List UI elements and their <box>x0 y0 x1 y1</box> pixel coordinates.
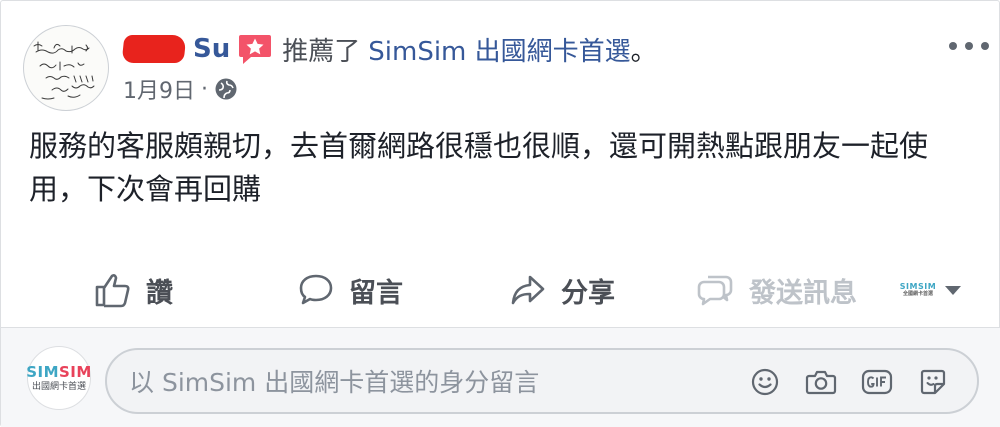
post-card: Su 推薦了 SimSim 出國網卡首選 。 1月9日 · 服務的客服頗親切，去… <box>0 0 1000 427</box>
meta-separator: · <box>201 76 208 102</box>
messages-icon <box>697 275 733 306</box>
dot-icon <box>981 42 989 50</box>
simsim-logo-text: SIMSIM <box>26 362 92 381</box>
recommend-star-icon <box>238 33 272 65</box>
page-identity-selector[interactable]: SIMSIM 全國網卡首選 <box>899 266 961 314</box>
comment-bubble-icon <box>299 274 333 305</box>
post-header: Su 推薦了 SimSim 出國網卡首選 。 <box>121 29 657 69</box>
send-message-button[interactable]: 發送訊息 <box>695 266 857 314</box>
comment-composer <box>105 348 979 414</box>
author-avatar[interactable] <box>23 25 109 111</box>
thumbs-up-icon <box>95 274 130 308</box>
comment-label: 留言 <box>349 277 403 309</box>
redaction-mark <box>121 35 187 63</box>
post-date-link[interactable]: 1月9日 <box>123 73 195 105</box>
globe-icon[interactable] <box>214 77 238 101</box>
simsim-mini-logo: SIMSIM 全國網卡首選 <box>899 278 937 302</box>
share-button[interactable]: 分享 <box>509 266 615 314</box>
mini-logo-title: SIMSIM <box>899 282 937 291</box>
gif-icon[interactable] <box>859 364 895 400</box>
camera-icon[interactable] <box>803 364 839 400</box>
post-body-text: 服務的客服頗親切，去首爾網路很穩也很順，還可開熱點跟朋友一起使 用，下次會再回購 <box>29 125 979 211</box>
like-button[interactable]: 讚 <box>94 266 173 314</box>
comment-input[interactable] <box>129 362 729 402</box>
dot-icon <box>949 42 957 50</box>
author-name-link[interactable]: Su <box>193 34 230 64</box>
post-text-line: 用，下次會再回購 <box>29 172 262 206</box>
sticker-icon[interactable] <box>915 364 951 400</box>
post-meta: 1月9日 · <box>123 73 238 105</box>
commenter-avatar[interactable]: SIMSIM 出國網卡首選 <box>26 346 92 410</box>
chevron-down-icon <box>945 285 961 295</box>
header-period: 。 <box>630 36 657 67</box>
send-message-label: 發送訊息 <box>749 277 857 309</box>
handwritten-note-avatar <box>33 41 95 100</box>
post-actions-bar: 讚 留言 分享 發送訊息 SIMSIM 全國網卡首選 <box>1 266 1000 314</box>
post-text-line: 服務的客服頗親切，去首爾網路很穩也很順，還可開熱點跟朋友一起使 <box>29 129 929 163</box>
emoji-icon[interactable] <box>747 364 783 400</box>
simsim-logo-subtitle: 出國網卡首選 <box>31 381 86 392</box>
recommend-verb: 推薦了 <box>282 36 361 67</box>
share-arrow-icon <box>511 275 545 305</box>
share-label: 分享 <box>561 277 615 309</box>
more-options-button[interactable] <box>949 39 989 53</box>
page-name-link[interactable]: SimSim 出國網卡首選 <box>368 31 630 68</box>
like-label: 讚 <box>146 277 173 309</box>
comment-button[interactable]: 留言 <box>297 266 403 314</box>
mini-logo-subtitle: 全國網卡首選 <box>902 291 933 297</box>
dot-icon <box>965 42 973 50</box>
